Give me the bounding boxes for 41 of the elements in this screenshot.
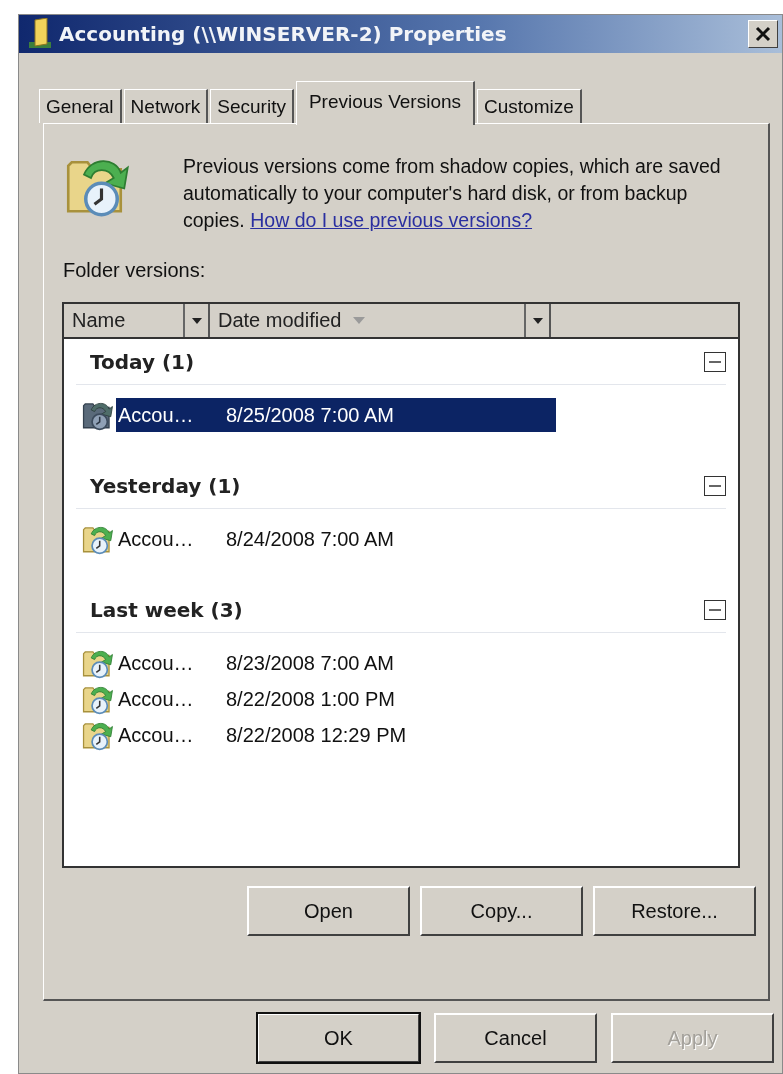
- version-row[interactable]: Accou… 8/25/2008 7:00 AM: [116, 398, 556, 432]
- dialog-button[interactable]: OK: [257, 1013, 420, 1063]
- folder-icon: [27, 18, 53, 50]
- action-button[interactable]: Restore...: [593, 886, 756, 936]
- group-title: Today (1): [89, 349, 195, 374]
- version-date: 8/22/2008 12:29 PM: [226, 723, 407, 747]
- tab[interactable]: Security: [210, 89, 294, 123]
- collapse-icon[interactable]: [704, 351, 726, 372]
- version-name: Accou…: [117, 527, 195, 551]
- version-date: 8/24/2008 7:00 AM: [226, 527, 394, 551]
- description-text: Previous versions come from shadow copies, which are saved automatically to your computer's hard disk, or from backup copies. How do I use previous versions?: [183, 154, 722, 233]
- version-row[interactable]: Accou… 8/23/2008 7:00 AM: [116, 646, 556, 680]
- dropdown-arrow-icon: [191, 317, 202, 324]
- version-date: 8/25/2008 7:00 AM: [226, 403, 394, 427]
- version-date: 8/22/2008 1:00 PM: [226, 687, 395, 711]
- tab[interactable]: Network: [123, 89, 209, 123]
- list-label: Folder versions:: [63, 259, 207, 282]
- help-link[interactable]: How do I use previous versions?: [250, 209, 533, 231]
- version-name: Accou…: [117, 687, 195, 711]
- version-row[interactable]: Accou… 8/22/2008 1:00 PM: [116, 682, 556, 716]
- action-button[interactable]: Open: [247, 886, 410, 936]
- tab[interactable]: Previous Versions: [295, 81, 475, 125]
- sort-arrow-icon: [353, 317, 366, 324]
- group-title: Yesterday (1): [89, 473, 241, 498]
- tab[interactable]: General: [39, 89, 122, 123]
- action-button[interactable]: Copy...: [420, 886, 583, 936]
- version-row[interactable]: Accou… 8/22/2008 12:29 PM: [116, 718, 556, 752]
- group-title: Last week (3): [89, 597, 243, 622]
- close-icon: [754, 25, 772, 43]
- dialog-button[interactable]: Cancel: [434, 1013, 597, 1063]
- collapse-icon[interactable]: [704, 599, 726, 620]
- close-button[interactable]: [748, 20, 778, 48]
- version-date: 8/23/2008 7:00 AM: [226, 651, 394, 675]
- collapse-icon[interactable]: [704, 475, 726, 496]
- dropdown-arrow-icon: [532, 317, 543, 324]
- version-row[interactable]: Accou… 8/24/2008 7:00 AM: [116, 522, 556, 556]
- window-title: Accounting (\\WINSERVER-2) Properties: [59, 22, 508, 46]
- version-name: Accou…: [117, 651, 195, 675]
- version-name: Accou…: [117, 723, 195, 747]
- tab[interactable]: Customize: [477, 89, 582, 123]
- version-name: Accou…: [117, 403, 195, 427]
